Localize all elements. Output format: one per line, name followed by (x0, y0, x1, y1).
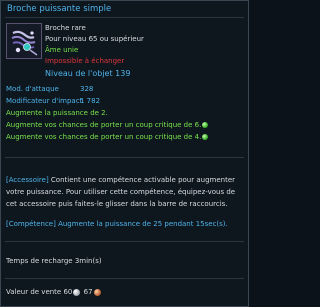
trade-status: Impossible à échanger (45, 57, 125, 65)
green-gem-icon (202, 122, 209, 128)
stat-row: Mod. d'attaque 328 (6, 85, 208, 97)
divider (5, 17, 244, 18)
bonus-row: Augmente la puissance de 2. (6, 109, 208, 121)
copper-coin-icon (93, 288, 101, 296)
bonus-row: Augmente vos chances de porter un coup c… (6, 133, 209, 145)
item-title: Broche puissante simple (7, 4, 112, 14)
stat-label: Mod. d'attaque (6, 85, 59, 93)
skill-tag: [Compétence] (6, 220, 56, 228)
accessory-description: [Accessoire] Contient une compétence act… (6, 174, 246, 210)
soulbound-status: Âme unie (45, 46, 79, 54)
skill-text: Augmente la puissance de 25 pendant 15se… (55, 220, 228, 228)
silver-coin-icon (73, 288, 81, 296)
divider (5, 157, 244, 158)
stat-label: Modificateur d'impact (6, 97, 83, 105)
sale-copper: 67 (83, 288, 93, 296)
accessory-tag: [Accessoire] (6, 176, 49, 184)
level-requirement: Pour niveau 65 ou supérieur (45, 35, 144, 43)
bonus-text: Augmente vos chances de porter un coup c… (6, 121, 202, 129)
item-rarity: Broche rare (45, 24, 86, 32)
bonus-text: Augmente la puissance de 2. (6, 109, 108, 117)
item-tooltip: Broche puissante simple Broche rare Pour… (0, 0, 249, 307)
stat-row: Modificateur d'impact1 782 (6, 97, 208, 109)
sale-label: Valeur de vente (6, 288, 64, 296)
item-stats: Mod. d'attaque 328 Modificateur d'impact1… (6, 85, 209, 145)
divider (5, 278, 244, 279)
brooch-icon (6, 23, 42, 59)
skill-description: [Compétence] Augmente la puissance de 25… (6, 220, 246, 228)
green-gem-icon (202, 134, 209, 140)
sale-value: Valeur de vente 60 67 (6, 288, 102, 296)
sale-silver: 60 (63, 288, 73, 296)
bonus-row: Augmente vos chances de porter un coup c… (6, 121, 209, 133)
cooldown-text: Temps de recharge 3min(s) (6, 257, 102, 265)
item-level: Niveau de l'objet 139 (45, 69, 131, 78)
stat-value: 1 782 (80, 97, 101, 105)
divider (5, 241, 244, 242)
item-info: Broche rare Pour niveau 65 ou supérieur … (45, 24, 144, 80)
bonus-text: Augmente vos chances de porter un coup c… (6, 133, 202, 141)
stat-value: 328 (80, 85, 94, 93)
